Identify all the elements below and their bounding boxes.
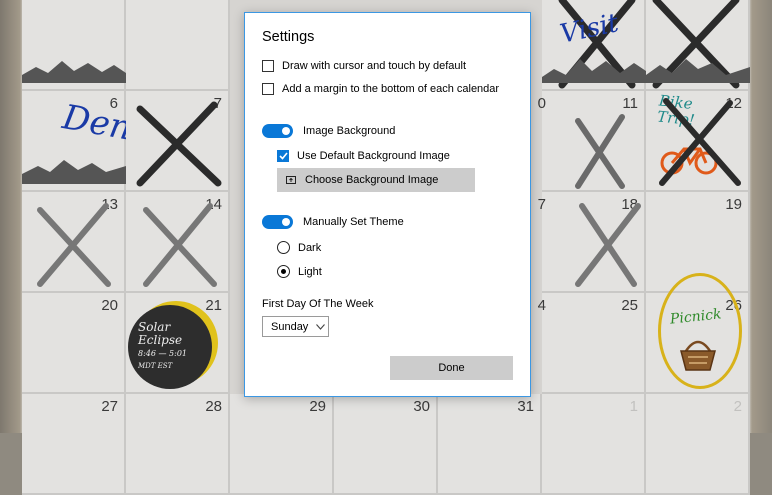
eclipse-note: Solar Eclipse 8:46 — 5:01 MDT EST — [138, 321, 187, 373]
mountain-sketch — [646, 59, 750, 83]
margin-label: Add a margin to the bottom of each calen… — [282, 83, 500, 95]
calendar-day[interactable] — [22, 0, 126, 91]
theme-dark-label: Dark — [298, 241, 322, 254]
day-number: 2 — [733, 398, 742, 415]
eclipse-note-line: 8:46 — 5:01 — [138, 349, 188, 358]
draw-cursor-checkbox-row[interactable]: Draw with cursor and touch by default — [262, 60, 466, 72]
theme-dark-radio-row[interactable]: Dark — [277, 241, 321, 254]
use-default-bg-label: Use Default Background Image — [297, 150, 450, 162]
day-number: 31 — [517, 398, 534, 415]
theme-light-radio[interactable] — [277, 265, 290, 278]
image-background-toggle-row[interactable]: Image Background — [262, 124, 395, 138]
first-day-label: First Day Of The Week — [262, 298, 374, 310]
eclipse-note-line: Eclipse — [138, 333, 183, 347]
manual-theme-toggle[interactable] — [262, 215, 293, 229]
upload-image-icon — [286, 176, 296, 184]
cross-out-mark — [143, 203, 217, 287]
calendar-day[interactable]: 31 — [438, 394, 542, 495]
theme-dark-radio[interactable] — [277, 241, 290, 254]
calendar-day[interactable]: 2 — [646, 394, 750, 495]
calendar-day[interactable]: 14 — [126, 192, 230, 293]
calendar-day[interactable] — [646, 0, 750, 91]
margin-checkbox-row[interactable]: Add a margin to the bottom of each calen… — [262, 83, 499, 95]
calendar-day[interactable]: 1 — [542, 394, 646, 495]
calendar-day[interactable]: 21 Solar Eclipse 8:46 — 5:01 MDT EST — [126, 293, 230, 394]
calendar-day[interactable]: 6 Denver! — [22, 91, 203, 192]
day-number: 27 — [101, 398, 118, 415]
calendar-day[interactable]: 29 — [230, 394, 334, 495]
calendar-day[interactable]: 7 18 — [538, 192, 646, 293]
day-number: 1 — [629, 398, 638, 415]
theme-light-label: Light — [298, 265, 322, 278]
calendar-day[interactable]: 0 11 — [538, 91, 646, 192]
image-background-label: Image Background — [303, 125, 396, 137]
calendar-day[interactable]: Visit — [542, 0, 646, 91]
draw-cursor-checkbox[interactable] — [262, 60, 274, 72]
done-button[interactable]: Done — [390, 356, 513, 380]
calendar-day[interactable]: 13 — [22, 192, 126, 293]
use-default-bg-checkbox[interactable] — [277, 150, 289, 162]
calendar-day[interactable]: 4 25 — [538, 293, 646, 394]
day-number: 30 — [413, 398, 430, 415]
first-day-value: Sunday — [271, 320, 309, 333]
calendar-day[interactable]: 30 — [334, 394, 438, 495]
eclipse-note-line: MDT EST — [138, 362, 173, 370]
cross-out-mark — [659, 98, 741, 186]
day-number: 20 — [101, 297, 118, 314]
cross-out-mark — [136, 101, 222, 187]
use-default-bg-checkbox-row[interactable]: Use Default Background Image — [277, 150, 450, 162]
day-number: 28 — [205, 398, 222, 415]
cross-out-mark — [575, 203, 641, 287]
cross-out-mark — [575, 114, 625, 189]
calendar-day[interactable]: 20 — [22, 293, 126, 394]
choose-background-label: Choose Background Image — [305, 174, 439, 186]
day-number: 25 — [621, 297, 638, 314]
settings-dialog: Settings Draw with cursor and touch by d… — [244, 12, 531, 397]
day-number: 29 — [309, 398, 326, 415]
first-day-select[interactable]: Sunday — [262, 316, 329, 337]
day-number: 4 — [537, 297, 546, 314]
manual-theme-toggle-row[interactable]: Manually Set Theme — [262, 215, 404, 229]
calendar-day[interactable]: 26 Picnick — [646, 273, 750, 394]
dialog-title: Settings — [262, 29, 315, 45]
calendar-day[interactable]: 27 — [22, 394, 126, 495]
margin-checkbox[interactable] — [262, 83, 274, 95]
calendar-day[interactable]: 28 — [126, 394, 230, 495]
mountain-sketch — [22, 61, 126, 83]
calendar-day[interactable]: 12 Bike Trip! — [646, 91, 750, 192]
calendar-day[interactable]: 7 — [126, 91, 230, 192]
chevron-down-icon — [316, 323, 326, 330]
theme-light-radio-row[interactable]: Light — [277, 265, 322, 278]
day-number: 21 — [205, 297, 222, 314]
draw-cursor-label: Draw with cursor and touch by default — [282, 60, 467, 72]
basket-icon — [680, 340, 716, 371]
day-number: 19 — [725, 196, 742, 213]
manual-theme-label: Manually Set Theme — [303, 216, 404, 228]
checkmark-icon — [278, 152, 288, 160]
image-background-toggle[interactable] — [262, 124, 293, 138]
mountain-sketch — [22, 160, 126, 184]
choose-background-button[interactable]: Choose Background Image — [277, 168, 475, 192]
cross-out-mark — [37, 203, 111, 287]
mountain-sketch — [542, 59, 646, 83]
calendar-day[interactable] — [126, 0, 230, 91]
